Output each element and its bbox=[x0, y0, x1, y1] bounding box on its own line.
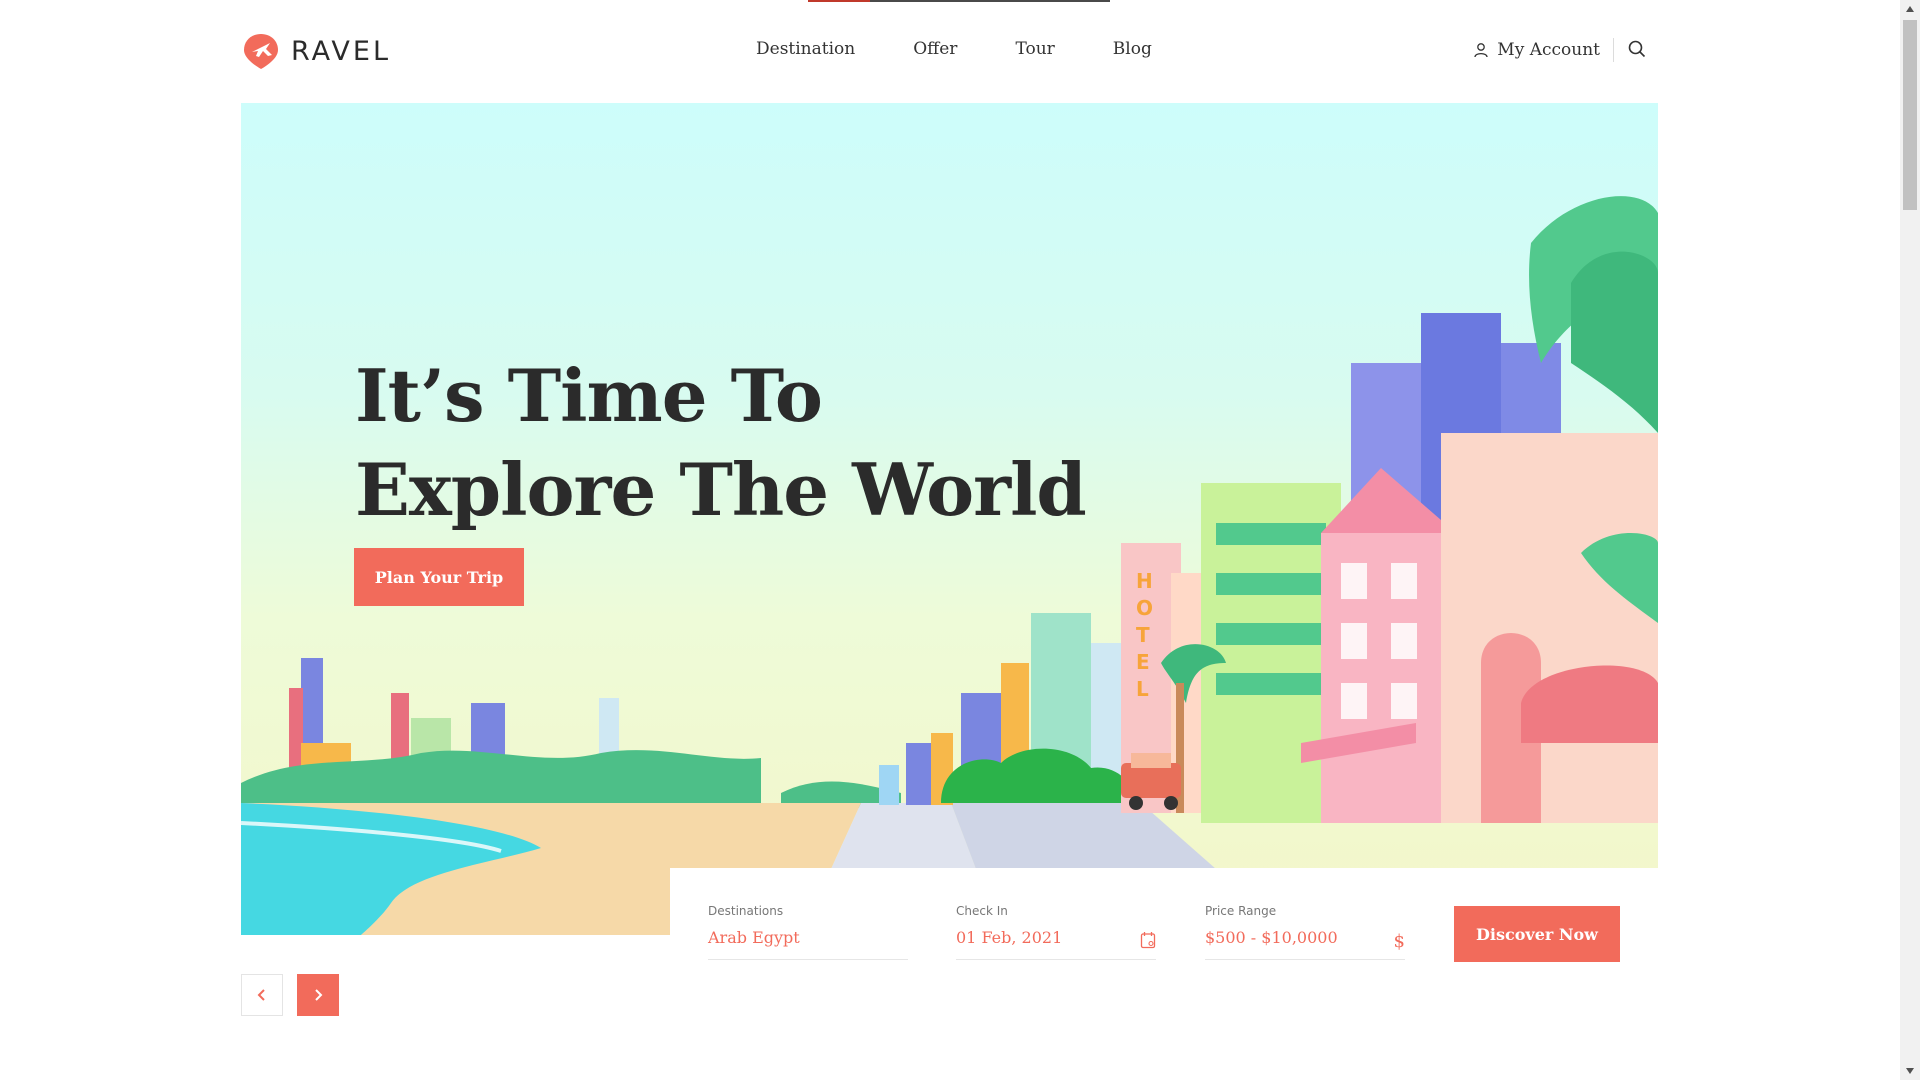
slider-next-button[interactable] bbox=[297, 974, 339, 1016]
destination-field[interactable]: Destinations Arab Egypt bbox=[708, 904, 908, 960]
search-icon bbox=[1628, 40, 1646, 58]
destination-label: Destinations bbox=[708, 904, 784, 918]
caret-down-icon bbox=[1906, 1068, 1914, 1074]
search-button[interactable] bbox=[1628, 40, 1646, 62]
hotel-sign-letter-e: E bbox=[1136, 650, 1150, 674]
hotel-sign-letter-t: T bbox=[1136, 623, 1150, 647]
trip-search-panel: Destinations Arab Egypt Check In 01 Feb,… bbox=[670, 868, 1658, 998]
hero-title-line-1: It’s Time To bbox=[355, 353, 823, 438]
hero-banner: H O T E L It’s Time To Explore The World… bbox=[241, 103, 1658, 935]
chevron-right-icon bbox=[315, 989, 323, 1001]
chevron-left-icon bbox=[257, 989, 265, 1001]
destination-value[interactable]: Arab Egypt bbox=[708, 928, 908, 947]
price-range-field[interactable]: Price Range $500 - $10,0000 $ bbox=[1205, 904, 1405, 960]
page-scrollbar[interactable] bbox=[1900, 0, 1920, 1080]
dollar-icon: $ bbox=[1393, 931, 1405, 952]
plane-pin-logo-icon bbox=[244, 34, 278, 69]
check-in-field[interactable]: Check In 01 Feb, 2021 bbox=[956, 904, 1156, 960]
hero-title-line-2: Explore The World bbox=[355, 447, 1087, 532]
brand-name: RAVEL bbox=[291, 35, 391, 67]
price-range-value[interactable]: $500 - $10,0000 bbox=[1205, 928, 1405, 947]
price-range-label: Price Range bbox=[1205, 904, 1277, 918]
hotel-sign-letter-o: O bbox=[1136, 596, 1153, 620]
scroll-thumb[interactable] bbox=[1903, 20, 1917, 210]
check-in-label: Check In bbox=[956, 904, 1008, 918]
user-icon bbox=[1474, 43, 1488, 58]
calendar-icon[interactable] bbox=[1140, 931, 1156, 949]
site-header: RAVEL Destination Offer Tour Blog My Acc… bbox=[241, 0, 1658, 102]
caret-up-icon bbox=[1906, 6, 1914, 12]
hotel-sign-letter-h: H bbox=[1136, 569, 1153, 593]
plan-your-trip-button[interactable]: Plan Your Trip bbox=[354, 548, 524, 606]
header-divider bbox=[1613, 38, 1614, 62]
check-in-value[interactable]: 01 Feb, 2021 bbox=[956, 928, 1156, 947]
nav-item-blog[interactable]: Blog bbox=[1113, 39, 1152, 59]
scroll-down-arrow[interactable] bbox=[1900, 1062, 1920, 1080]
my-account-link[interactable]: My Account bbox=[1473, 40, 1600, 60]
hero-title: It’s Time To Explore The World bbox=[355, 349, 1087, 537]
nav-item-tour[interactable]: Tour bbox=[1015, 39, 1054, 59]
scroll-up-arrow[interactable] bbox=[1900, 0, 1920, 18]
slider-prev-button[interactable] bbox=[241, 974, 283, 1016]
nav-item-offer[interactable]: Offer bbox=[913, 39, 957, 59]
my-account-label: My Account bbox=[1497, 40, 1600, 60]
hotel-sign-letter-l: L bbox=[1136, 677, 1149, 701]
nav-item-destination[interactable]: Destination bbox=[756, 39, 855, 59]
main-nav: Destination Offer Tour Blog bbox=[756, 39, 1152, 59]
brand-logo[interactable]: RAVEL bbox=[241, 32, 391, 70]
discover-now-button[interactable]: Discover Now bbox=[1454, 906, 1620, 962]
